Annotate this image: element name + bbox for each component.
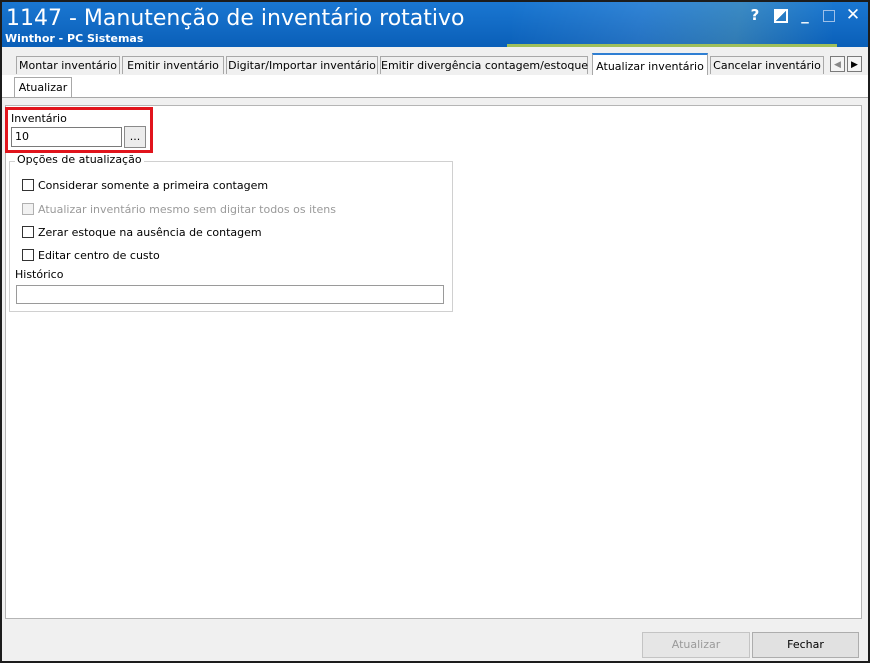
historico-input[interactable] bbox=[16, 285, 444, 304]
option-edit-cost-center-checkbox[interactable]: Editar centro de custo bbox=[22, 249, 160, 263]
tab-emitir-divergencia[interactable]: Emitir divergência contagem/estoque bbox=[380, 56, 588, 74]
inventario-label: Inventário bbox=[11, 112, 67, 125]
restore-button[interactable] bbox=[770, 6, 792, 24]
window-subtitle: Winthor - PC Sistemas bbox=[5, 32, 144, 45]
tab-strip: Montar inventário Emitir inventário Digi… bbox=[2, 53, 868, 76]
title-bar-accent-line bbox=[507, 44, 837, 47]
subtab-bar: Atualizar bbox=[2, 75, 868, 98]
close-form-button[interactable]: Fechar bbox=[752, 632, 859, 658]
tab-digitar-importar-inventario[interactable]: Digitar/Importar inventário bbox=[226, 56, 378, 74]
help-button[interactable]: ? bbox=[744, 6, 766, 24]
historico-label: Histórico bbox=[15, 268, 64, 281]
app-window: 1147 - Manutenção de inventário rotativo… bbox=[0, 0, 870, 663]
tab-montar-inventario[interactable]: Montar inventário bbox=[16, 56, 120, 74]
minimize-button[interactable]: _ bbox=[794, 6, 816, 24]
update-button[interactable]: Atualizar bbox=[642, 632, 750, 658]
option-label: Considerar somente a primeira contagem bbox=[38, 179, 269, 192]
option-label: Zerar estoque na ausência de contagem bbox=[38, 226, 262, 239]
options-group-title: Opções de atualização bbox=[15, 153, 144, 166]
tab-emitir-inventario[interactable]: Emitir inventário bbox=[122, 56, 224, 74]
checkbox-icon bbox=[22, 203, 34, 215]
checkbox-icon bbox=[22, 179, 34, 191]
tab-atualizar-inventario[interactable]: Atualizar inventário bbox=[592, 53, 708, 75]
option-label: Editar centro de custo bbox=[38, 249, 160, 262]
tab-scroll-right-icon[interactable]: ▶ bbox=[847, 56, 862, 72]
maximize-button[interactable] bbox=[818, 6, 840, 24]
option-label: Atualizar inventário mesmo sem digitar t… bbox=[38, 203, 336, 216]
restore-icon bbox=[774, 8, 788, 23]
option-update-without-all-items-checkbox: Atualizar inventário mesmo sem digitar t… bbox=[22, 203, 336, 217]
window-title: 1147 - Manutenção de inventário rotativo bbox=[6, 6, 465, 31]
option-zero-stock-checkbox[interactable]: Zerar estoque na ausência de contagem bbox=[22, 226, 262, 240]
title-bar[interactable]: 1147 - Manutenção de inventário rotativo… bbox=[2, 2, 868, 47]
subtab-atualizar[interactable]: Atualizar bbox=[14, 77, 72, 97]
tab-cancelar-inventario[interactable]: Cancelar inventário bbox=[710, 56, 824, 74]
inventario-input[interactable]: 10 bbox=[11, 127, 122, 147]
close-button[interactable]: ✕ bbox=[842, 6, 864, 24]
maximize-icon bbox=[823, 9, 835, 22]
inventario-browse-button[interactable]: ... bbox=[124, 126, 146, 148]
checkbox-icon bbox=[22, 249, 34, 261]
tab-scroll-left-icon[interactable]: ◀ bbox=[830, 56, 845, 72]
option-first-count-checkbox[interactable]: Considerar somente a primeira contagem bbox=[22, 179, 268, 193]
checkbox-icon bbox=[22, 226, 34, 238]
